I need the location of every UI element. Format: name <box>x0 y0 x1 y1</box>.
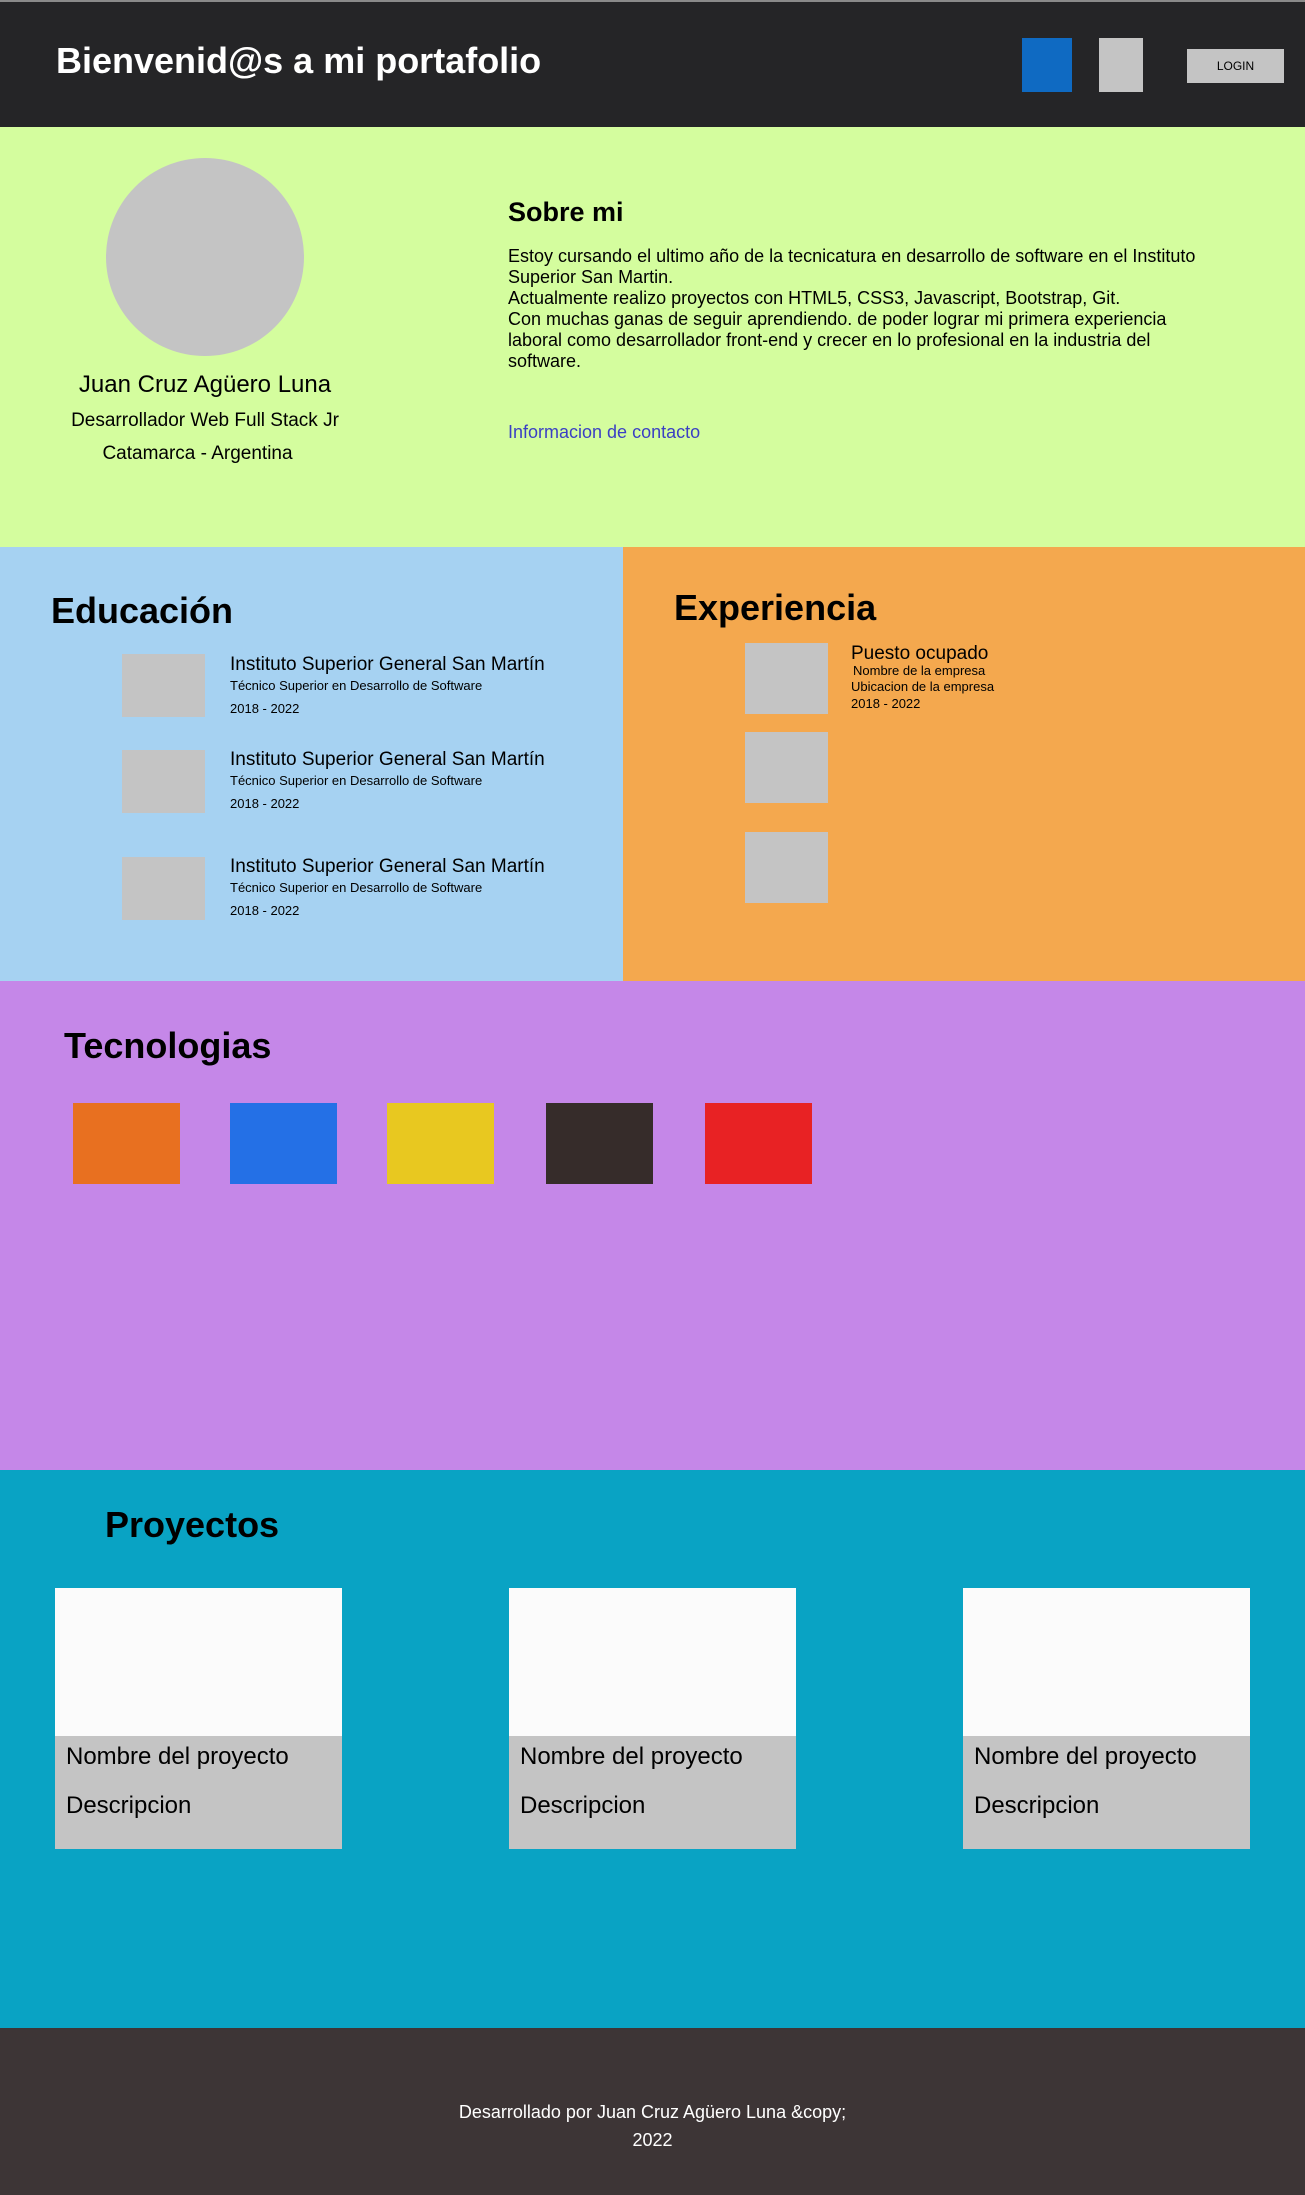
company-logo <box>745 832 828 903</box>
project-name: Nombre del proyecto <box>66 1743 289 1770</box>
education-degree: Técnico Superior en Desarrollo de Softwa… <box>230 773 483 788</box>
project-card[interactable]: Nombre del proyecto Descripcion <box>55 1588 342 1849</box>
about-line: software. <box>508 351 582 371</box>
technology-tile <box>387 1103 494 1184</box>
experience-location: Ubicacion de la empresa <box>851 679 995 694</box>
experience-dates: 2018 - 2022 <box>851 696 921 711</box>
institution-logo <box>122 750 205 813</box>
about-heading: Sobre mi <box>508 197 624 227</box>
projects-section: Proyectos Nombre del proyecto Descripcio… <box>0 1470 1305 2028</box>
experience-position: Puesto ocupado <box>851 643 989 664</box>
profile-name: Juan Cruz Agüero Luna <box>78 371 332 398</box>
project-name: Nombre del proyecto <box>974 1743 1197 1770</box>
projects-heading: Proyectos <box>105 1504 280 1545</box>
institution-logo <box>122 654 205 717</box>
experience-section: Experiencia Puesto ocupado Nombre de la … <box>623 547 1305 981</box>
experience-heading: Experiencia <box>674 587 877 628</box>
technologies-section: Tecnologias <box>0 981 1305 1470</box>
education-institution: Instituto Superior General San Martín <box>230 654 545 675</box>
avatar <box>106 158 304 356</box>
login-button[interactable]: LOGIN <box>1187 49 1284 83</box>
education-degree: Técnico Superior en Desarrollo de Softwa… <box>230 880 483 895</box>
about-line: Actualmente realizo proyectos con HTML5,… <box>508 288 1121 308</box>
project-card[interactable]: Nombre del proyecto Descripcion <box>963 1588 1250 1849</box>
project-image <box>55 1588 342 1736</box>
about-line: Superior San Martin. <box>508 267 674 287</box>
about-section: Juan Cruz Agüero Luna Desarrollador Web … <box>0 127 1305 547</box>
about-line: Con muchas ganas de seguir aprendiendo. … <box>508 309 1167 329</box>
project-card[interactable]: Nombre del proyecto Descripcion <box>509 1588 796 1849</box>
project-description: Descripcion <box>520 1792 646 1819</box>
project-image <box>509 1588 796 1736</box>
about-line: Estoy cursando el ultimo año de la tecni… <box>508 246 1196 266</box>
profile-location: Catamarca - Argentina <box>102 443 293 464</box>
education-institution: Instituto Superior General San Martín <box>230 749 545 770</box>
technology-tile <box>705 1103 812 1184</box>
social-link-secondary[interactable] <box>1099 38 1143 92</box>
technologies-heading: Tecnologias <box>64 1025 272 1066</box>
profile-role: Desarrollador Web Full Stack Jr <box>71 410 339 431</box>
education-heading: Educación <box>51 590 234 631</box>
about-line: laboral como desarrollador front-end y c… <box>508 330 1151 350</box>
technology-tile <box>230 1103 337 1184</box>
footer-credit-line: Desarrollado por Juan Cruz Agüero Luna &… <box>458 2102 847 2122</box>
technology-tile <box>73 1103 180 1184</box>
footer-credits: Desarrollado por Juan Cruz Agüero Luna &… <box>0 2098 1305 2154</box>
page-title: Bienvenid@s a mi portafolio <box>56 40 542 81</box>
institution-logo <box>122 857 205 920</box>
education-dates: 2018 - 2022 <box>230 903 300 918</box>
project-name: Nombre del proyecto <box>520 1743 743 1770</box>
contact-info-link[interactable]: Informacion de contacto <box>508 422 700 443</box>
site-footer: Desarrollado por Juan Cruz Agüero Luna &… <box>0 2028 1305 2195</box>
company-logo <box>745 732 828 803</box>
education-institution: Instituto Superior General San Martín <box>230 856 545 877</box>
social-link-primary[interactable] <box>1022 38 1072 92</box>
education-dates: 2018 - 2022 <box>230 796 300 811</box>
experience-company: Nombre de la empresa <box>853 663 986 678</box>
site-header: Bienvenid@s a mi portafolio LOGIN <box>0 0 1305 127</box>
education-degree: Técnico Superior en Desarrollo de Softwa… <box>230 678 483 693</box>
education-dates: 2018 - 2022 <box>230 701 300 716</box>
project-description: Descripcion <box>66 1792 192 1819</box>
company-logo <box>745 643 828 714</box>
about-paragraph: Estoy cursando el ultimo año de la tecni… <box>508 246 1208 372</box>
project-image <box>963 1588 1250 1736</box>
education-section: Educación Instituto Superior General San… <box>0 547 623 981</box>
technology-tile <box>546 1103 653 1184</box>
project-description: Descripcion <box>974 1792 1100 1819</box>
footer-year: 2022 <box>632 2130 673 2150</box>
